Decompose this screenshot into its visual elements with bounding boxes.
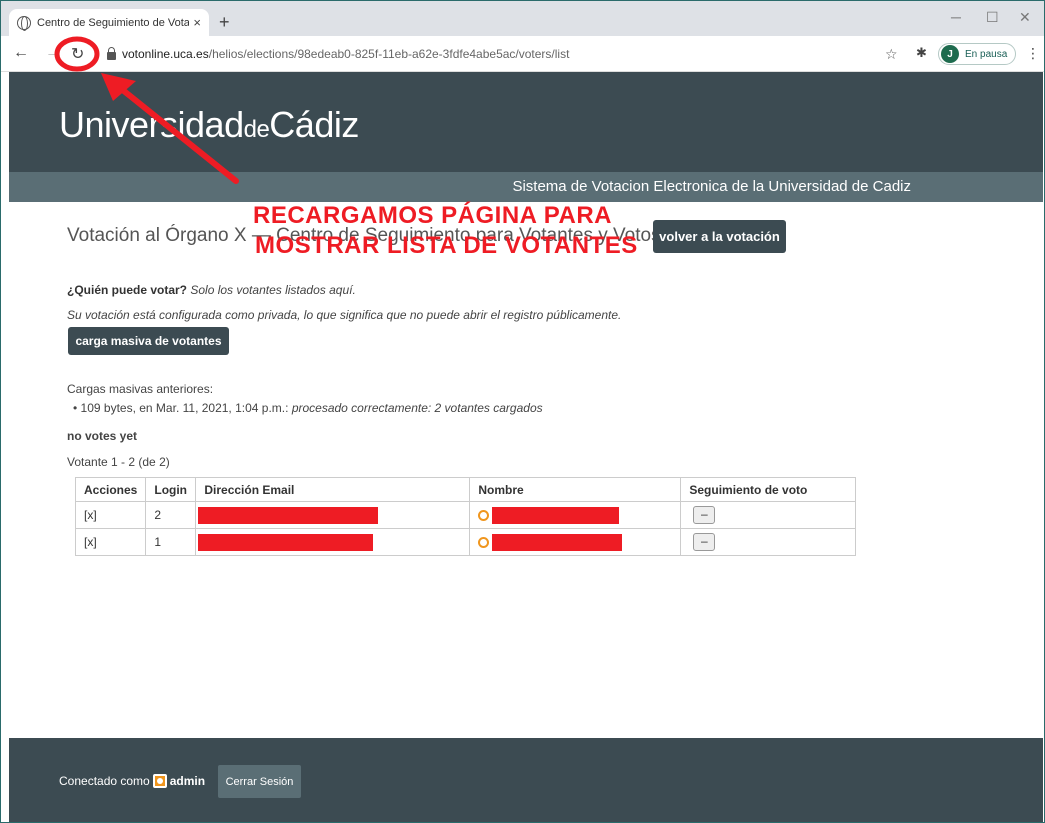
col-header-tracking: Seguimiento de voto <box>680 477 857 502</box>
tab-title: Centro de Seguimiento de Votan <box>37 16 190 29</box>
logged-in-info: Conectado como admin <box>59 774 206 788</box>
system-subtitle: Sistema de Votacion Electronica de la Un… <box>512 178 911 195</box>
tracking-button[interactable]: – <box>693 506 716 524</box>
bookmark-star-icon[interactable]: ☆ <box>885 46 898 63</box>
voter-email-redacted <box>195 501 471 529</box>
menu-kebab-icon[interactable]: ⋮ <box>1026 45 1040 62</box>
address-bar[interactable]: votonline.uca.es/helios/elections/98edea… <box>101 41 911 67</box>
window-close-icon[interactable]: ✕ <box>1019 9 1031 26</box>
browser-toolbar: ← → ↻ votonline.uca.es/helios/elections/… <box>1 36 1044 72</box>
extensions-puzzle-icon[interactable]: ✱ <box>916 45 927 61</box>
site-footer: Conectado como admin Cerrar Sesión <box>9 738 1043 822</box>
back-arrow-icon[interactable]: ← <box>13 44 29 62</box>
voter-type-icon <box>478 536 490 548</box>
table-header-row: Acciones Login Dirección Email Nombre Se… <box>74 477 857 502</box>
col-header-login: Login <box>145 477 197 502</box>
reload-icon[interactable]: ↻ <box>71 44 84 64</box>
forward-arrow-icon[interactable]: → <box>45 44 61 62</box>
main-content: Votación al Órgano X — Centro de Seguimi… <box>9 202 1043 738</box>
minimize-icon[interactable]: ─ <box>951 9 961 25</box>
voter-login: 2 <box>145 501 197 529</box>
browser-tab[interactable]: Centro de Seguimiento de Votan × <box>9 9 209 36</box>
col-header-name: Nombre <box>469 477 682 502</box>
site-header: UniversidaddeCádiz <box>9 72 1043 172</box>
voter-type-icon <box>478 509 490 521</box>
remove-voter-link[interactable]: [x] <box>74 501 147 529</box>
vote-tracking-cell: – <box>680 501 857 529</box>
voter-email-redacted <box>195 528 471 556</box>
bulk-upload-button[interactable]: carga masiva de votantes <box>68 327 229 355</box>
voter-name-cell <box>469 528 682 556</box>
username: admin <box>169 774 206 788</box>
col-header-actions: Acciones <box>74 477 147 502</box>
profile-button[interactable]: J En pausa <box>938 43 1017 65</box>
url-host: votonline.uca.es <box>122 47 209 61</box>
avatar: J <box>941 45 959 63</box>
voter-name-cell <box>469 501 682 529</box>
tab-strip: Centro de Seguimiento de Votan × + ─ ☐ ✕ <box>1 1 1044 36</box>
browser-window: Centro de Seguimiento de Votan × + ─ ☐ ✕… <box>0 0 1045 823</box>
no-votes-label: no votes yet <box>67 429 138 443</box>
user-icon <box>152 774 167 788</box>
maximize-icon[interactable]: ☐ <box>986 9 999 26</box>
url-path: /helios/elections/98edeab0-825f-11eb-a62… <box>208 47 570 61</box>
col-header-email: Dirección Email <box>195 477 471 502</box>
tab-close-icon[interactable]: × <box>193 15 201 30</box>
table-row: [x] 2 – <box>74 501 857 529</box>
system-subtitle-bar: Sistema de Votacion Electronica de la Un… <box>9 172 1043 202</box>
new-tab-button[interactable]: + <box>219 12 230 33</box>
logout-button[interactable]: Cerrar Sesión <box>218 765 301 798</box>
voters-table: Acciones Login Dirección Email Nombre Se… <box>74 477 857 556</box>
table-row: [x] 1 – <box>74 528 857 556</box>
lock-icon <box>107 46 116 60</box>
previous-uploads-label: Cargas masivas anteriores: <box>67 382 214 396</box>
globe-icon <box>17 15 31 31</box>
remove-voter-link[interactable]: [x] <box>74 528 147 556</box>
voter-login: 1 <box>145 528 197 556</box>
tracking-button[interactable]: – <box>693 533 716 551</box>
annotation-line-1: RECARGAMOS PÁGINA PARA <box>253 202 613 229</box>
profile-status: En pausa <box>965 48 1008 60</box>
private-note: Su votación está configurada como privad… <box>67 308 622 322</box>
annotation-line-2: MOSTRAR LISTA DE VOTANTES <box>255 232 638 259</box>
vote-tracking-cell: – <box>680 528 857 556</box>
who-can-vote: ¿Quién puede votar? Solo los votantes li… <box>67 283 356 297</box>
pagination-info: Votante 1 - 2 (de 2) <box>67 455 170 469</box>
university-logo: UniversidaddeCádiz <box>59 104 359 145</box>
upload-entry: • 109 bytes, en Mar. 11, 2021, 1:04 p.m.… <box>73 401 543 415</box>
back-to-election-button[interactable]: volver a la votación <box>653 220 786 253</box>
